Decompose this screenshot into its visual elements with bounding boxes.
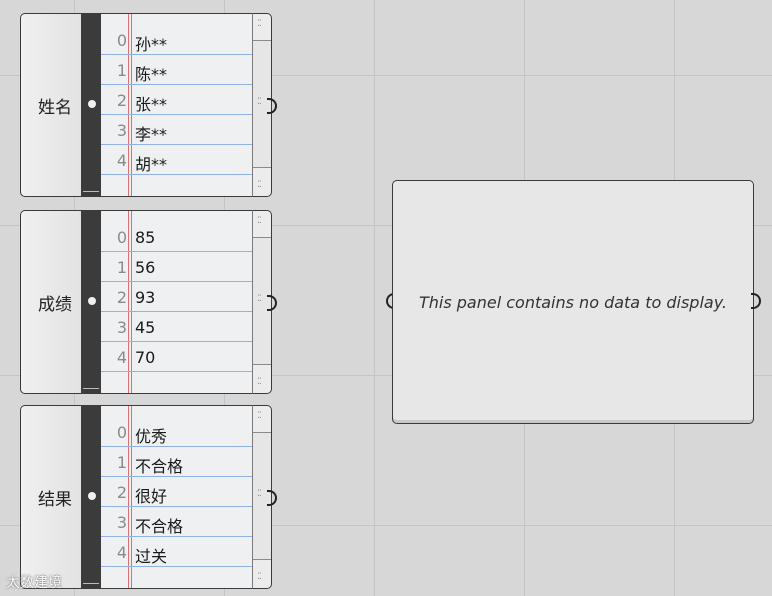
scroll-down-handle[interactable]: ⁚⁚ (253, 559, 271, 588)
row-index: 4 (116, 348, 127, 367)
row-value: 85 (135, 228, 156, 247)
panel-label-box[interactable]: 姓名 (20, 13, 83, 197)
empty-panel-message: This panel contains no data to display. (418, 292, 727, 312)
row-value: 陈** (135, 65, 168, 84)
list-item[interactable]: 2 张** (101, 85, 253, 115)
grip-dots-icon[interactable]: ⁚⁚ (257, 98, 262, 107)
grip-dots-icon: ⁚⁚ (257, 411, 262, 421)
row-index: 1 (116, 453, 127, 472)
output-port-icon[interactable] (751, 293, 761, 309)
row-index: 4 (116, 543, 127, 562)
row-value: 张** (135, 95, 168, 114)
row-index: 3 (116, 318, 127, 337)
list-item[interactable]: 0 优秀 (101, 417, 253, 447)
row-value: 45 (135, 318, 156, 337)
empty-output-panel[interactable]: This panel contains no data to display. (392, 180, 754, 424)
row-value: 过关 (135, 547, 168, 566)
row-value: 孙** (135, 35, 168, 54)
row-index: 1 (116, 61, 127, 80)
panel-label: 成绩 (38, 294, 72, 315)
grip-dots-icon: ⁚⁚ (257, 572, 262, 582)
row-index: 0 (116, 228, 127, 247)
scroll-down-handle[interactable]: ⁚⁚ (253, 167, 271, 196)
output-port-icon[interactable] (267, 98, 277, 114)
strip-divider (83, 583, 99, 584)
row-value: 56 (135, 258, 156, 277)
panel-label: 姓名 (38, 97, 72, 118)
row-value: 不合格 (135, 517, 184, 536)
strip-divider (83, 388, 99, 389)
input-dot-icon (88, 297, 96, 305)
panel-list[interactable]: 0 孙** 1 陈** 2 张** 3 李** 4 胡** (101, 13, 253, 197)
row-value: 不合格 (135, 457, 184, 476)
input-dot-icon (88, 100, 96, 108)
row-index: 1 (116, 258, 127, 277)
panel-label: 结果 (38, 489, 72, 510)
list-item[interactable]: 4 70 (101, 342, 253, 372)
row-index: 3 (116, 513, 127, 532)
output-port-icon[interactable] (267, 490, 277, 506)
list-item[interactable]: 4 过关 (101, 537, 253, 567)
row-index: 3 (116, 121, 127, 140)
grip-dots-icon[interactable]: ⁚⁚ (257, 295, 262, 304)
list-item[interactable]: 3 45 (101, 312, 253, 342)
row-index: 2 (116, 288, 127, 307)
strip-divider (83, 191, 99, 192)
watermark: 太数建境 (6, 575, 62, 591)
panel-score[interactable]: 成绩 0 85 1 56 2 93 3 45 4 70 ⁚⁚ ⁚⁚ ⁚⁚ (20, 210, 277, 394)
row-value: 很好 (135, 487, 168, 506)
row-value: 93 (135, 288, 156, 307)
scroll-up-handle[interactable]: ⁚⁚ (253, 406, 271, 433)
grip-dots-icon: ⁚⁚ (257, 216, 262, 226)
grip-dots-icon: ⁚⁚ (257, 19, 262, 29)
list-item[interactable]: 1 56 (101, 252, 253, 282)
panel-label-box[interactable]: 结果 (20, 405, 83, 589)
list-item[interactable]: 1 陈** (101, 55, 253, 85)
list-item[interactable]: 3 不合格 (101, 507, 253, 537)
grip-dots-icon: ⁚⁚ (257, 377, 262, 387)
panel-list[interactable]: 0 85 1 56 2 93 3 45 4 70 (101, 210, 253, 394)
list-item[interactable]: 1 不合格 (101, 447, 253, 477)
list-item[interactable]: 2 很好 (101, 477, 253, 507)
scroll-down-handle[interactable]: ⁚⁚ (253, 364, 271, 393)
list-item[interactable]: 0 孙** (101, 25, 253, 55)
list-item[interactable]: 2 93 (101, 282, 253, 312)
grip-dots-icon[interactable]: ⁚⁚ (257, 490, 262, 499)
scroll-up-handle[interactable]: ⁚⁚ (253, 211, 271, 238)
list-item[interactable]: 0 85 (101, 222, 253, 252)
output-port-icon[interactable] (267, 295, 277, 311)
grip-dots-icon: ⁚⁚ (257, 180, 262, 190)
row-index: 0 (116, 423, 127, 442)
row-index: 2 (116, 483, 127, 502)
row-value: 李** (135, 125, 168, 144)
panel-label-box[interactable]: 成绩 (20, 210, 83, 394)
list-item[interactable]: 4 胡** (101, 145, 253, 175)
panel-list[interactable]: 0 优秀 1 不合格 2 很好 3 不合格 4 过关 (101, 405, 253, 589)
input-dot-icon (88, 492, 96, 500)
panel-result[interactable]: 结果 0 优秀 1 不合格 2 很好 3 不合格 4 过关 ⁚⁚ ⁚⁚ ⁚⁚ (20, 405, 277, 589)
row-index: 0 (116, 31, 127, 50)
panel-name[interactable]: 姓名 0 孙** 1 陈** 2 张** 3 李** 4 胡** ⁚⁚ ⁚⁚ ⁚… (20, 13, 277, 197)
row-value: 胡** (135, 155, 168, 174)
row-index: 4 (116, 151, 127, 170)
row-index: 2 (116, 91, 127, 110)
scroll-up-handle[interactable]: ⁚⁚ (253, 14, 271, 41)
list-item[interactable]: 3 李** (101, 115, 253, 145)
row-value: 优秀 (135, 427, 168, 446)
row-value: 70 (135, 348, 156, 367)
